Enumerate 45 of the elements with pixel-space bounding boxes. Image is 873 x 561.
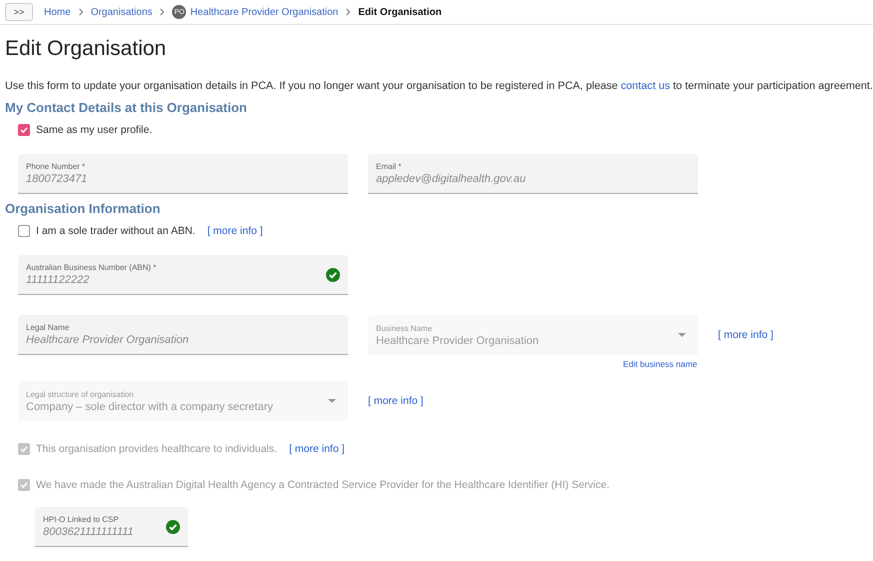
- field-label: Business Name: [376, 324, 434, 332]
- field-value: 1800723471: [26, 173, 88, 185]
- input-field[interactable]: Phone Number * 1800723471: [18, 154, 348, 194]
- checkbox-label: This organisation provides healthcare to individuals.: [36, 443, 278, 455]
- field-value: Healthcare Provider Organisation: [26, 334, 189, 346]
- caret-down-icon: [678, 333, 686, 337]
- field-label: Legal Name: [26, 323, 70, 332]
- edit-business-name-link[interactable]: Edit business name: [623, 359, 698, 369]
- checkbox-label: I am a sole trader without an ABN.: [36, 225, 196, 237]
- chevron-right-icon: [78, 8, 84, 16]
- breadcrumb-link[interactable]: Home: [44, 6, 71, 18]
- legal-structure-dropdown[interactable]: Legal structure of organisation Company – sole director with a company secretary: [18, 381, 348, 421]
- input-field[interactable]: HPI-O Linked to CSP 8003621111111111: [35, 507, 188, 547]
- more-info-link[interactable]: [ more info ]: [207, 225, 263, 237]
- field-value: appledev@digitalhealth.gov.au: [376, 173, 526, 185]
- page-title: Edit Organisation: [5, 36, 168, 62]
- chevron-right-icon: [159, 8, 166, 16]
- checkbox[interactable]: [18, 225, 30, 237]
- checkbox-label: Same as my user profile.: [36, 124, 152, 136]
- field-value: 11111122222: [26, 274, 90, 286]
- field-label: Australian Business Number (ABN) *: [26, 263, 156, 272]
- field-label: Phone Number *: [26, 162, 86, 171]
- caret-down-icon: [328, 399, 336, 403]
- field-value: 8003621111111111: [43, 526, 134, 538]
- section-heading: Organisation Information: [5, 200, 162, 218]
- contact-us-link[interactable]: contact us: [620, 80, 670, 92]
- field-label: HPI-O Linked to CSP: [43, 515, 120, 524]
- checkbox[interactable]: [18, 124, 30, 136]
- breadcrumb-link[interactable]: Healthcare Provider Organisation: [190, 6, 338, 18]
- field-value: Company – sole director with a company secretary: [26, 400, 273, 412]
- input-field[interactable]: Legal Name Healthcare Provider Organisation: [18, 315, 348, 355]
- breadcrumb-current: Edit Organisation: [358, 6, 442, 18]
- field-value: Healthcare Provider Organisation: [376, 334, 539, 346]
- field-label: Email *: [376, 162, 402, 171]
- input-field[interactable]: Australian Business Number (ABN) * 11111122222: [18, 255, 348, 295]
- sidebar-toggle-button[interactable]: >>: [5, 3, 33, 21]
- field-label: Legal structure of organisation: [26, 390, 135, 398]
- input-field[interactable]: Email * appledev@digitalhealth.gov.au: [368, 154, 698, 194]
- more-info-link[interactable]: [ more info ]: [368, 395, 424, 407]
- business-name-dropdown[interactable]: Business Name Healthcare Provider Organisation: [368, 315, 698, 355]
- more-info-link[interactable]: [ more info ]: [718, 329, 774, 341]
- section-heading: My Contact Details at this Organisation: [5, 99, 248, 117]
- checkbox-label: We have made the Australian Digital Health Agency a Contracted Service Provider for the Healthcare Identifier (HI) Service.: [36, 479, 610, 491]
- chevron-right-icon: [345, 8, 352, 16]
- breadcrumb-link[interactable]: Organisations: [90, 6, 152, 18]
